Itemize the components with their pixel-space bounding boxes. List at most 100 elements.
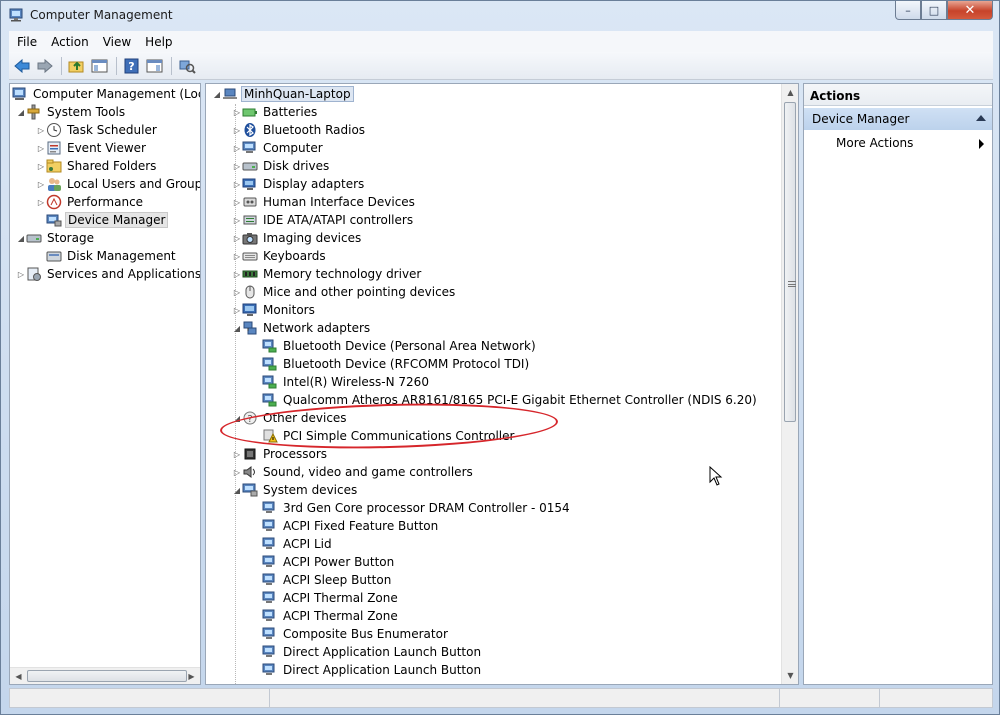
collapsed-arrow-icon[interactable]: ▷ xyxy=(232,450,242,459)
collapsed-arrow-icon[interactable]: ▷ xyxy=(36,180,46,189)
console-tree-horizontal-scrollbar[interactable]: ◀ ▶ xyxy=(10,667,200,684)
close-button[interactable]: ✕ xyxy=(947,1,993,20)
collapsed-arrow-icon[interactable]: ▷ xyxy=(232,126,242,135)
device-intel-r-wireless-n-7260[interactable]: Intel(R) Wireless-N 7260 xyxy=(262,373,431,391)
device-tree-root[interactable]: ◢ MinhQuan-Laptop xyxy=(212,85,354,103)
collapsed-arrow-icon[interactable]: ▷ xyxy=(232,468,242,477)
device-category-ide-ata-atapi-controllers[interactable]: ▷ IDE ATA/ATAPI controllers xyxy=(232,211,415,229)
tree-item-services-applications[interactable]: ▷ Services and Applications xyxy=(16,265,200,283)
collapsed-arrow-icon[interactable]: ▷ xyxy=(232,270,242,279)
tree-item-system-tools[interactable]: ◢ System Tools xyxy=(16,103,127,121)
expanded-arrow-icon[interactable]: ◢ xyxy=(232,414,242,423)
device-acpi-sleep-button[interactable]: ACPI Sleep Button xyxy=(262,571,393,589)
expanded-arrow-icon[interactable]: ◢ xyxy=(16,108,26,117)
menu-file[interactable]: File xyxy=(9,35,43,49)
device-bluetooth-device-rfcomm-protocol-tdi[interactable]: Bluetooth Device (RFCOMM Protocol TDI) xyxy=(262,355,531,373)
up-one-level-button[interactable] xyxy=(66,55,88,77)
scrollbar-thumb[interactable] xyxy=(784,102,796,422)
submenu-arrow-icon[interactable] xyxy=(979,139,984,149)
device-acpi-thermal-zone[interactable]: ACPI Thermal Zone xyxy=(262,607,400,625)
device-category-computer[interactable]: ▷ Computer xyxy=(232,139,325,157)
collapsed-arrow-icon[interactable]: ▷ xyxy=(232,306,242,315)
sys-device-icon xyxy=(262,554,278,570)
expanded-arrow-icon[interactable]: ◢ xyxy=(16,234,26,243)
device-category-mice-and-other-pointing-devices[interactable]: ▷ Mice and other pointing devices xyxy=(232,283,457,301)
minimize-button[interactable]: – xyxy=(895,1,921,20)
window-title: Computer Management xyxy=(30,8,173,22)
back-button[interactable] xyxy=(11,55,33,77)
device-category-other-devices[interactable]: ◢ ? Other devices xyxy=(232,409,349,427)
device-acpi-thermal-zone[interactable]: ACPI Thermal Zone xyxy=(262,589,400,607)
device-category-sound-video-and-game-controllers[interactable]: ▷ Sound, video and game controllers xyxy=(232,463,475,481)
device-acpi-lid[interactable]: ACPI Lid xyxy=(262,535,334,553)
collapsed-arrow-icon[interactable]: ▷ xyxy=(232,198,242,207)
expanded-arrow-icon[interactable]: ◢ xyxy=(212,90,222,99)
tree-item-local-users-groups[interactable]: ▷ Local Users and Groups xyxy=(36,175,200,193)
scan-hardware-changes-button[interactable] xyxy=(176,55,198,77)
collapsed-arrow-icon[interactable]: ▷ xyxy=(36,126,46,135)
device-direct-application-launch-button[interactable]: Direct Application Launch Button xyxy=(262,661,483,679)
collapsed-arrow-icon[interactable]: ▷ xyxy=(36,162,46,171)
actions-section-device-manager[interactable]: Device Manager xyxy=(804,108,992,130)
collapsed-arrow-icon[interactable]: ▷ xyxy=(36,144,46,153)
tree-item-computer-management[interactable]: Computer Management (Local xyxy=(12,85,200,103)
device-category-human-interface-devices[interactable]: ▷ Human Interface Devices xyxy=(232,193,417,211)
menu-view[interactable]: View xyxy=(95,35,137,49)
device-category-network-adapters[interactable]: ◢ Network adapters xyxy=(232,319,372,337)
collapsed-arrow-icon[interactable]: ▷ xyxy=(36,198,46,207)
menu-action[interactable]: Action xyxy=(43,35,95,49)
device-bluetooth-device-personal-area-network[interactable]: Bluetooth Device (Personal Area Network) xyxy=(262,337,538,355)
maximize-button[interactable]: □ xyxy=(921,1,947,20)
tree-item-storage[interactable]: ◢ Storage xyxy=(16,229,96,247)
scroll-left-arrow-icon[interactable]: ◀ xyxy=(10,668,27,684)
collapsed-arrow-icon[interactable]: ▷ xyxy=(232,216,242,225)
collapsed-arrow-icon[interactable]: ▷ xyxy=(16,270,26,279)
device-category-imaging-devices[interactable]: ▷ Imaging devices xyxy=(232,229,363,247)
tree-item-shared-folders[interactable]: ▷ Shared Folders xyxy=(36,157,158,175)
device-category-display-adapters[interactable]: ▷ Display adapters xyxy=(232,175,366,193)
device-category-system-devices[interactable]: ◢ System devices xyxy=(232,481,359,499)
device-category-monitors[interactable]: ▷ Monitors xyxy=(232,301,317,319)
collapse-up-icon[interactable] xyxy=(976,115,986,121)
device-3rd-gen-core-processor-dram-controller-0154[interactable]: 3rd Gen Core processor DRAM Controller -… xyxy=(262,499,572,517)
collapsed-arrow-icon[interactable]: ▷ xyxy=(232,252,242,261)
menu-help[interactable]: Help xyxy=(137,35,178,49)
collapsed-arrow-icon[interactable]: ▷ xyxy=(232,288,242,297)
device-tree-vertical-scrollbar[interactable]: ▲ ▼ xyxy=(781,84,798,684)
help-button[interactable]: ? xyxy=(121,55,143,77)
expanded-arrow-icon[interactable]: ◢ xyxy=(232,324,242,333)
tree-item-event-viewer[interactable]: ▷ Event Viewer xyxy=(36,139,148,157)
device-acpi-power-button[interactable]: ACPI Power Button xyxy=(262,553,396,571)
collapsed-arrow-icon[interactable]: ▷ xyxy=(232,234,242,243)
device-composite-bus-enumerator[interactable]: Composite Bus Enumerator xyxy=(262,625,450,643)
expanded-arrow-icon[interactable]: ◢ xyxy=(232,486,242,495)
scroll-up-arrow-icon[interactable]: ▲ xyxy=(782,84,798,101)
device-category-keyboards[interactable]: ▷ Keyboards xyxy=(232,247,328,265)
device-qualcomm-atheros-ar8161-8165-pci-e-gigabit-ethernet-controller-ndis-6-20[interactable]: Qualcomm Atheros AR8161/8165 PCI-E Gigab… xyxy=(262,391,759,409)
device-category-memory-technology-driver[interactable]: ▷ Memory technology driver xyxy=(232,265,423,283)
show-hide-console-tree-button[interactable] xyxy=(89,55,111,77)
device-acpi-fixed-feature-button[interactable]: ACPI Fixed Feature Button xyxy=(262,517,440,535)
collapsed-arrow-icon[interactable]: ▷ xyxy=(232,162,242,171)
forward-button[interactable] xyxy=(34,55,56,77)
tree-item-device-manager[interactable]: Device Manager xyxy=(46,211,169,229)
collapsed-arrow-icon[interactable]: ▷ xyxy=(232,144,242,153)
device-category-disk-drives[interactable]: ▷ Disk drives xyxy=(232,157,331,175)
scrollbar-thumb[interactable] xyxy=(27,670,187,682)
device-pci-simple-communications-controller[interactable]: PCI Simple Communications Controller xyxy=(262,427,516,445)
tree-item-disk-management[interactable]: Disk Management xyxy=(46,247,178,265)
forward-arrow-icon xyxy=(37,58,53,73)
tree-item-performance[interactable]: ▷ Performance xyxy=(36,193,145,211)
device-category-batteries[interactable]: ▷ Batteries xyxy=(232,103,319,121)
more-actions-item[interactable]: More Actions xyxy=(836,136,913,150)
sys-device-icon xyxy=(262,536,278,552)
tree-item-task-scheduler[interactable]: ▷ Task Scheduler xyxy=(36,121,159,139)
collapsed-arrow-icon[interactable]: ▷ xyxy=(232,180,242,189)
scroll-right-arrow-icon[interactable]: ▶ xyxy=(183,668,200,684)
collapsed-arrow-icon[interactable]: ▷ xyxy=(232,108,242,117)
device-category-processors[interactable]: ▷ Processors xyxy=(232,445,329,463)
scroll-down-arrow-icon[interactable]: ▼ xyxy=(782,667,798,684)
device-direct-application-launch-button[interactable]: Direct Application Launch Button xyxy=(262,643,483,661)
show-hide-action-pane-button[interactable] xyxy=(144,55,166,77)
device-category-bluetooth-radios[interactable]: ▷ Bluetooth Radios xyxy=(232,121,367,139)
